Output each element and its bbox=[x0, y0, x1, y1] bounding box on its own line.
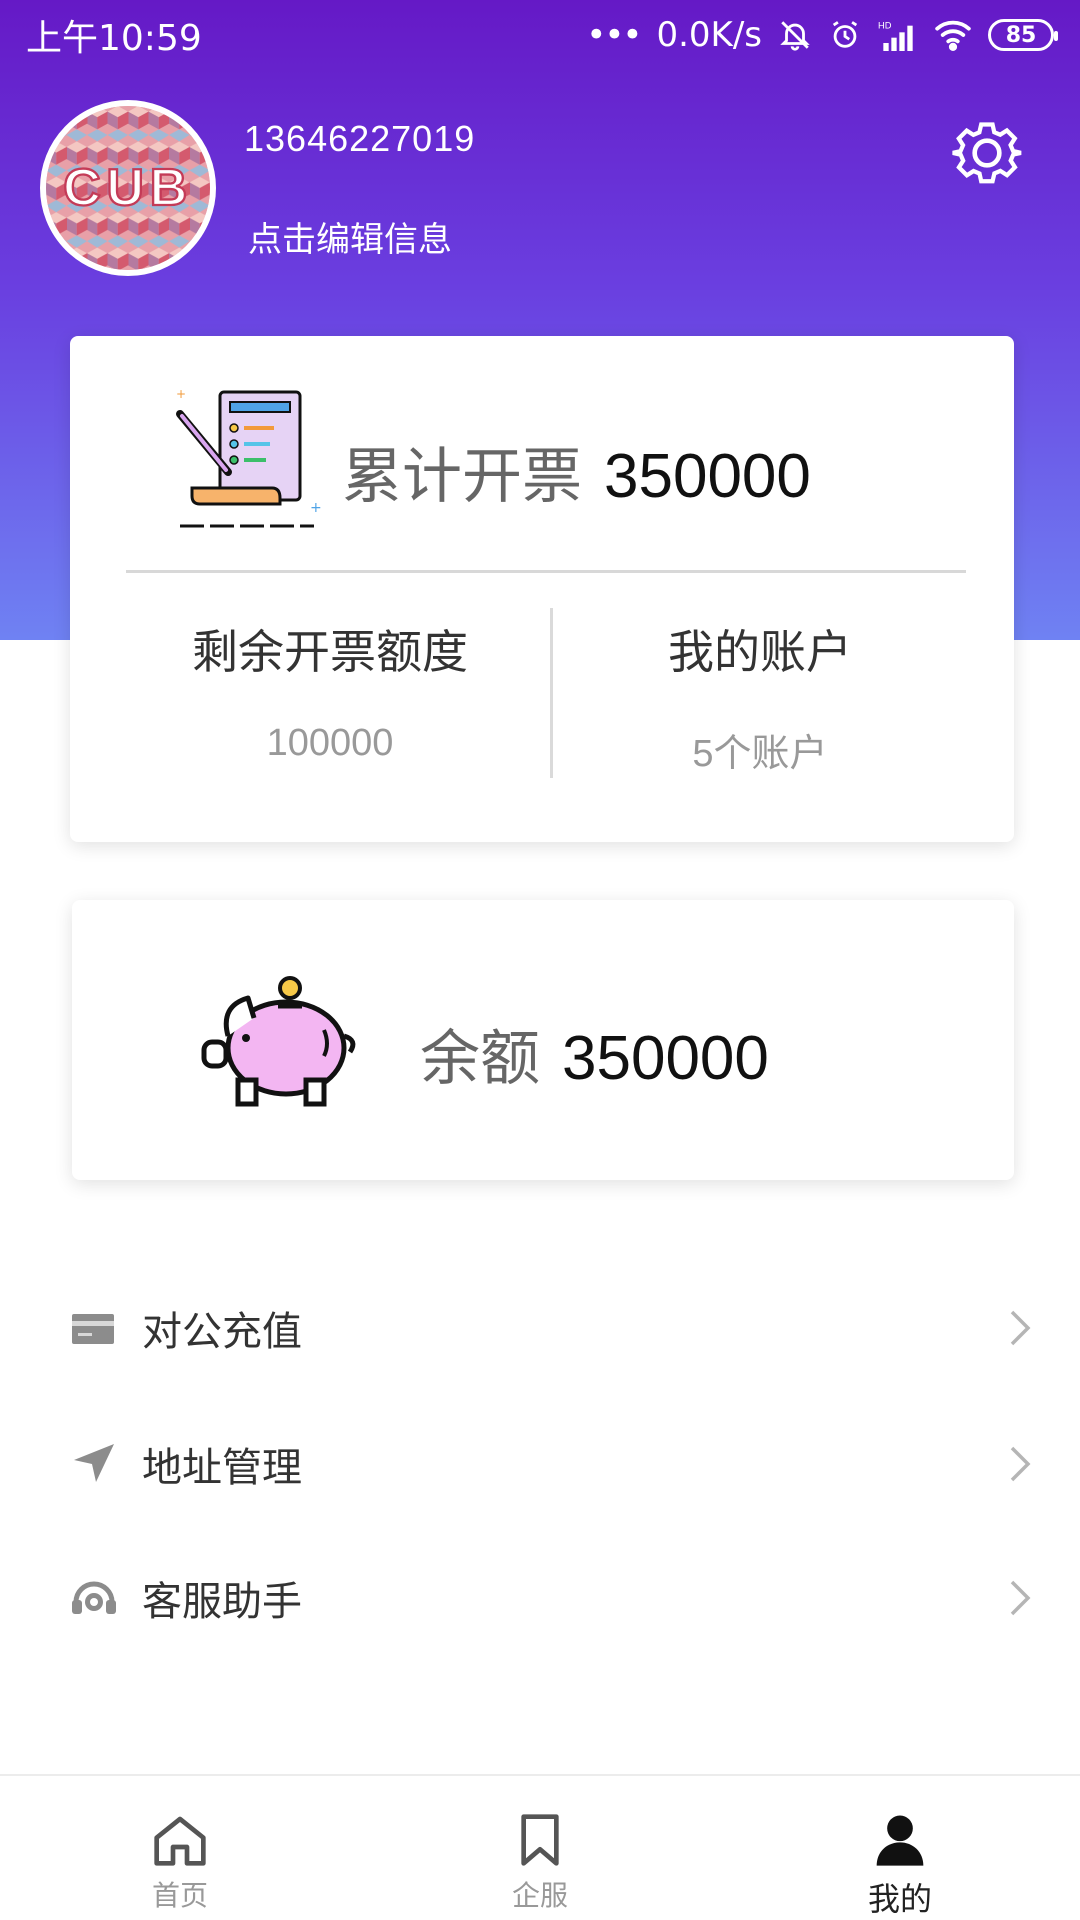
tab-label: 首页 bbox=[151, 1879, 208, 1912]
card-icon bbox=[72, 1314, 114, 1344]
tab-home[interactable]: 首页 bbox=[80, 1776, 280, 1920]
menu-item-label: 对公充值 bbox=[142, 1309, 302, 1355]
headset-icon bbox=[72, 1581, 116, 1614]
chevron-right-icon bbox=[1010, 1580, 1031, 1616]
balance: 余额 350000 bbox=[420, 1010, 769, 1097]
status-icons: ••• 0.0K/s HD 85 bbox=[586, 15, 1058, 55]
my-accounts-label: 我的账户 bbox=[668, 625, 852, 679]
menu-item-address-management[interactable]: 地址管理 bbox=[0, 1404, 1080, 1524]
my-accounts-value: 5个账户 bbox=[692, 733, 828, 775]
avatar[interactable]: CUB bbox=[40, 100, 216, 276]
location-arrow-icon bbox=[74, 1444, 114, 1482]
remaining-quota-label: 剩余开票额度 bbox=[192, 625, 468, 679]
balance-label: 余额 bbox=[420, 1024, 540, 1094]
network-speed: 0.0K/s bbox=[656, 15, 762, 55]
remaining-quota-value: 100000 bbox=[266, 722, 394, 764]
invoice-document-icon: + + bbox=[176, 387, 322, 528]
svg-text:+: + bbox=[176, 387, 186, 401]
bell-muted-icon bbox=[780, 21, 810, 51]
user-phone: 13646227019 bbox=[244, 118, 476, 159]
balance-value: 350000 bbox=[562, 1024, 769, 1093]
gear-icon[interactable] bbox=[950, 116, 1024, 190]
bottom-tab-bar: 首页 企服 我的 bbox=[0, 1774, 1080, 1920]
total-invoiced-value: 350000 bbox=[604, 442, 811, 511]
home-icon bbox=[154, 1816, 206, 1866]
total-invoiced: 累计开票 350000 bbox=[342, 428, 811, 515]
status-time: 上午10:59 bbox=[26, 18, 202, 59]
divider bbox=[126, 570, 966, 573]
balance-card[interactable]: 余额 350000 bbox=[72, 900, 1014, 1180]
battery-level: 85 bbox=[1005, 22, 1037, 48]
avatar-image: CUB bbox=[46, 106, 210, 270]
signal-dots-icon: ••• bbox=[586, 15, 642, 55]
svg-text:+: + bbox=[310, 500, 322, 516]
my-accounts[interactable]: 我的账户 5个账户 bbox=[550, 616, 970, 777]
piggy-bank-icon bbox=[201, 976, 356, 1107]
alarm-icon bbox=[832, 21, 858, 48]
menu-item-label: 客服助手 bbox=[142, 1579, 302, 1625]
tab-enterprise-service[interactable]: 企服 bbox=[440, 1776, 640, 1920]
tab-mine[interactable]: 我的 bbox=[800, 1776, 1000, 1920]
tab-label: 企服 bbox=[511, 1879, 568, 1912]
avatar-text: CUB bbox=[63, 159, 193, 217]
hd-signal-icon: HD bbox=[878, 20, 913, 51]
edit-info-link[interactable]: 点击编辑信息 bbox=[248, 212, 452, 261]
invoice-summary-card: + + 累计开票 350000 剩余开票额度 100000 我的账户 5个账户 bbox=[70, 336, 1014, 842]
person-icon bbox=[876, 1815, 924, 1866]
remaining-quota[interactable]: 剩余开票额度 100000 bbox=[120, 616, 540, 765]
chevron-right-icon bbox=[1010, 1446, 1031, 1482]
my-account-screen: 上午10:59 ••• 0.0K/s HD 85 CUB 13646227019… bbox=[0, 0, 1080, 1920]
wifi-icon bbox=[935, 20, 971, 51]
bookmark-icon bbox=[521, 1814, 559, 1866]
menu-item-label: 地址管理 bbox=[142, 1445, 302, 1491]
status-bar: 上午10:59 ••• 0.0K/s HD 85 bbox=[0, 0, 1080, 70]
svg-text:HD: HD bbox=[878, 20, 892, 30]
tab-label: 我的 bbox=[867, 1880, 932, 1918]
total-invoiced-label: 累计开票 bbox=[342, 442, 582, 512]
menu-item-customer-service[interactable]: 客服助手 bbox=[0, 1538, 1080, 1658]
battery-icon: 85 bbox=[988, 19, 1058, 51]
chevron-right-icon bbox=[1010, 1310, 1031, 1346]
menu-item-corporate-recharge[interactable]: 对公充值 bbox=[0, 1268, 1080, 1388]
